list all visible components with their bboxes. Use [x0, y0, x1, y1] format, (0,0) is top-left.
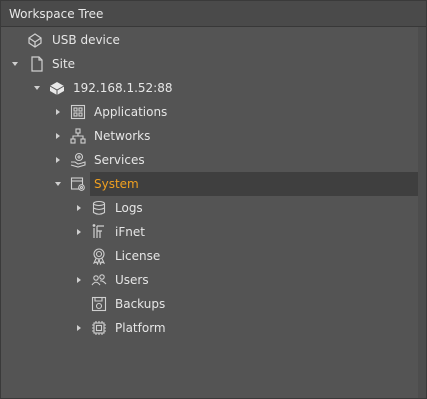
- tree-item-site[interactable]: Site: [1, 52, 418, 76]
- collapsed-arrow-icon[interactable]: [74, 274, 84, 286]
- license-badge-icon: [90, 247, 108, 265]
- panel-header: Workspace Tree: [1, 1, 426, 27]
- tree-item-platform[interactable]: Platform: [1, 316, 418, 340]
- tree-item-system[interactable]: System: [1, 172, 418, 196]
- site-page-icon: [28, 55, 46, 73]
- collapsed-arrow-icon[interactable]: [53, 106, 63, 118]
- tree-item-label: Site: [52, 57, 76, 71]
- tree-item-networks[interactable]: Networks: [1, 124, 418, 148]
- tree-item-logs[interactable]: Logs: [1, 196, 418, 220]
- tree-item-services[interactable]: Services: [1, 148, 418, 172]
- tree-item-usb-device[interactable]: USB device: [1, 28, 418, 52]
- tree-item-license[interactable]: License: [1, 244, 418, 268]
- tree-item-label: USB device: [52, 33, 120, 47]
- collapsed-arrow-icon[interactable]: [74, 226, 84, 238]
- tree-item-backups[interactable]: Backups: [1, 292, 418, 316]
- backups-disk-icon: [90, 295, 108, 313]
- tree-item-label: Users: [115, 273, 149, 287]
- panel-title: Workspace Tree: [9, 6, 104, 21]
- expanded-arrow-icon[interactable]: [32, 82, 42, 94]
- tree-item-ifnet[interactable]: iFnet: [1, 220, 418, 244]
- tree-item-label: 192.168.1.52:88: [73, 81, 173, 95]
- tree-item-label: Networks: [94, 129, 151, 143]
- tree-item-label: iFnet: [115, 225, 145, 239]
- tree-item-label: License: [115, 249, 161, 263]
- database-icon: [90, 199, 108, 217]
- applications-icon: [69, 103, 87, 121]
- tree-item-label: Platform: [115, 321, 166, 335]
- selection-highlight: [90, 172, 418, 196]
- tree-item-label: Applications: [94, 105, 168, 119]
- workspace-tree-panel: Workspace Tree USB device Site 192.168.1…: [0, 0, 427, 399]
- expanded-arrow-icon[interactable]: [53, 178, 63, 190]
- tree-item-applications[interactable]: Applications: [1, 100, 418, 124]
- tree-item-label: Backups: [115, 297, 166, 311]
- users-icon: [90, 271, 108, 289]
- networks-icon: [69, 127, 87, 145]
- services-icon: [69, 151, 87, 169]
- tree-item-label: System: [94, 177, 139, 191]
- vertical-scrollbar[interactable]: [418, 27, 426, 398]
- collapsed-arrow-icon[interactable]: [53, 130, 63, 142]
- system-settings-icon: [69, 175, 87, 193]
- collapsed-arrow-icon[interactable]: [74, 322, 84, 334]
- usb-device-icon: [26, 31, 44, 49]
- workspace-tree: USB device Site 192.168.1.52:88 Applicat…: [1, 27, 418, 398]
- collapsed-arrow-icon[interactable]: [74, 202, 84, 214]
- chip-icon: [90, 319, 108, 337]
- tree-item-label: Logs: [115, 201, 143, 215]
- tree-item-users[interactable]: Users: [1, 268, 418, 292]
- tree-item-label: Services: [94, 153, 145, 167]
- device-box-icon: [48, 79, 66, 97]
- tree-item-host[interactable]: 192.168.1.52:88: [1, 76, 418, 100]
- ifnet-icon: [90, 223, 108, 241]
- expanded-arrow-icon[interactable]: [10, 58, 20, 70]
- collapsed-arrow-icon[interactable]: [53, 154, 63, 166]
